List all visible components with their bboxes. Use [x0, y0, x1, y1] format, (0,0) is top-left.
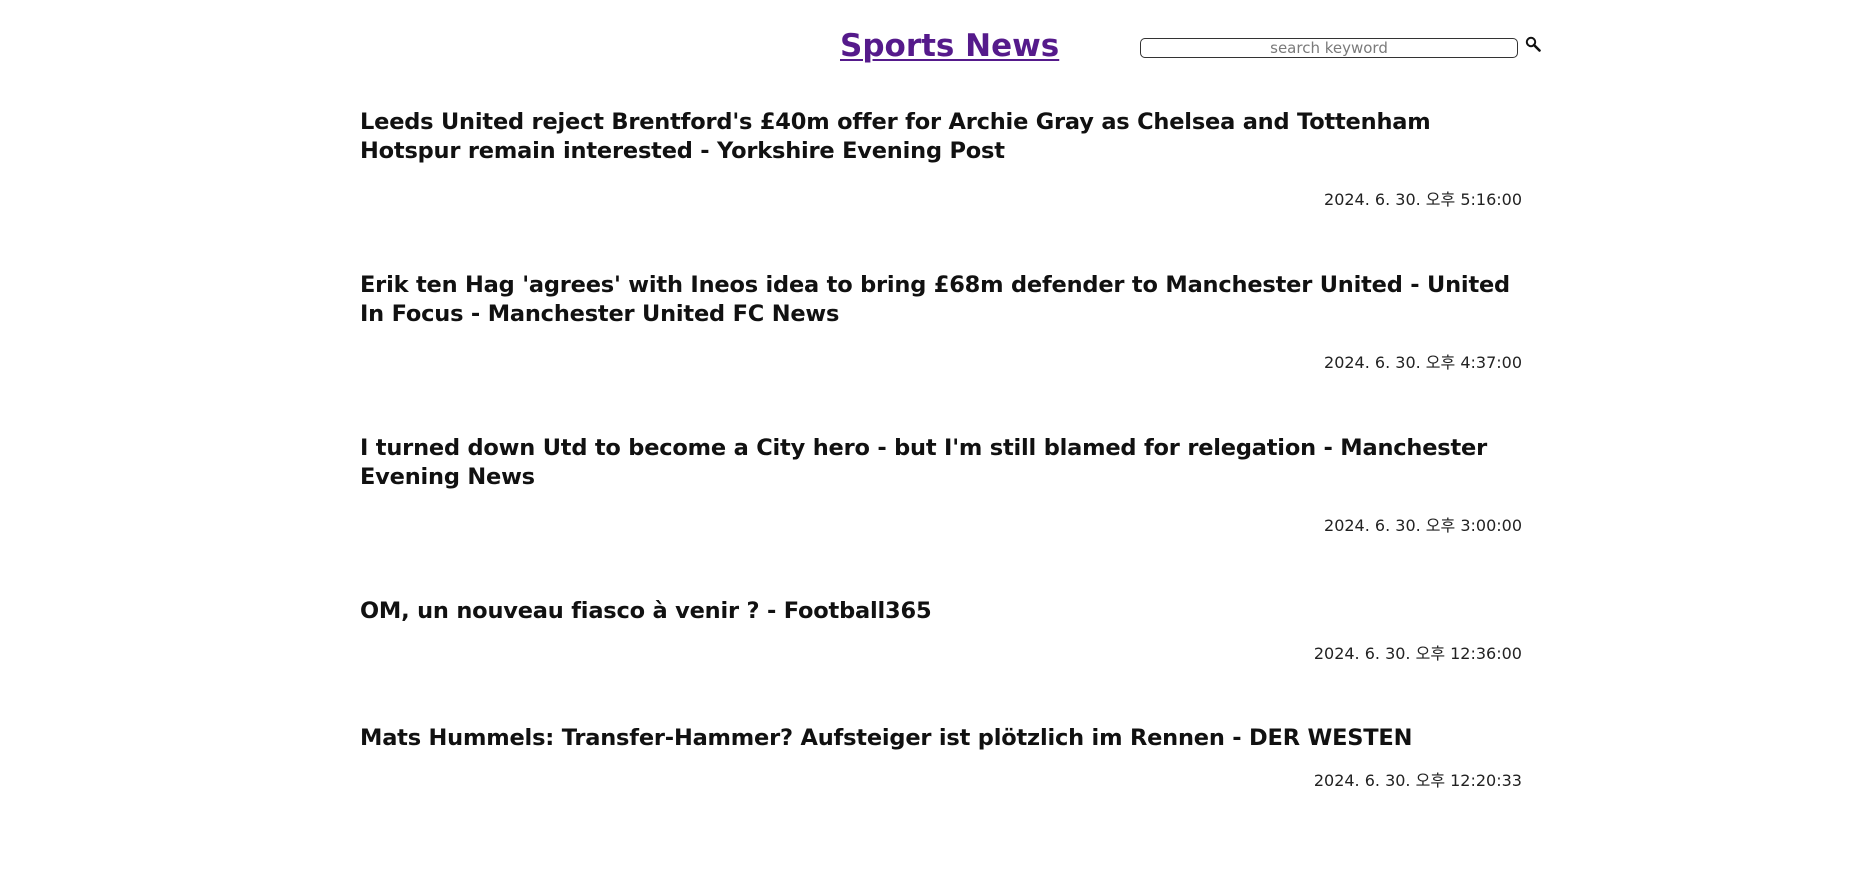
news-date: 2024. 6. 30. 오후 3:00:00	[1324, 516, 1522, 535]
search-input[interactable]	[1140, 38, 1518, 58]
news-item: I turned down Utd to become a City hero …	[360, 434, 1522, 536]
news-item: Mats Hummels: Transfer-Hammer? Aufsteige…	[360, 724, 1522, 791]
news-date: 2024. 6. 30. 오후 12:36:00	[1313, 644, 1522, 663]
news-title-link[interactable]: Erik ten Hag 'agrees' with Ineos idea to…	[360, 271, 1522, 329]
search-bar	[1140, 36, 1544, 60]
news-date: 2024. 6. 30. 오후 4:37:00	[1324, 353, 1522, 372]
search-button[interactable]	[1522, 33, 1544, 55]
news-date: 2024. 6. 30. 오후 5:16:00	[1324, 190, 1522, 209]
news-item: OM, un nouveau fiasco à venir ? - Footba…	[360, 597, 1522, 664]
site-title-link[interactable]: Sports News	[840, 26, 1059, 66]
news-title-link[interactable]: Mats Hummels: Transfer-Hammer? Aufsteige…	[360, 724, 1522, 753]
news-item: Leeds United reject Brentford's £40m off…	[360, 108, 1522, 210]
news-title-link[interactable]: OM, un nouveau fiasco à venir ? - Footba…	[360, 597, 1522, 626]
news-title-link[interactable]: I turned down Utd to become a City hero …	[360, 434, 1522, 492]
magnifier-icon	[1525, 36, 1541, 52]
news-title-link[interactable]: Leeds United reject Brentford's £40m off…	[360, 108, 1522, 166]
news-list: Leeds United reject Brentford's £40m off…	[360, 108, 1522, 851]
news-date: 2024. 6. 30. 오후 12:20:33	[1313, 771, 1522, 790]
news-item: Erik ten Hag 'agrees' with Ineos idea to…	[360, 271, 1522, 373]
page-header: Sports News	[0, 0, 1875, 80]
